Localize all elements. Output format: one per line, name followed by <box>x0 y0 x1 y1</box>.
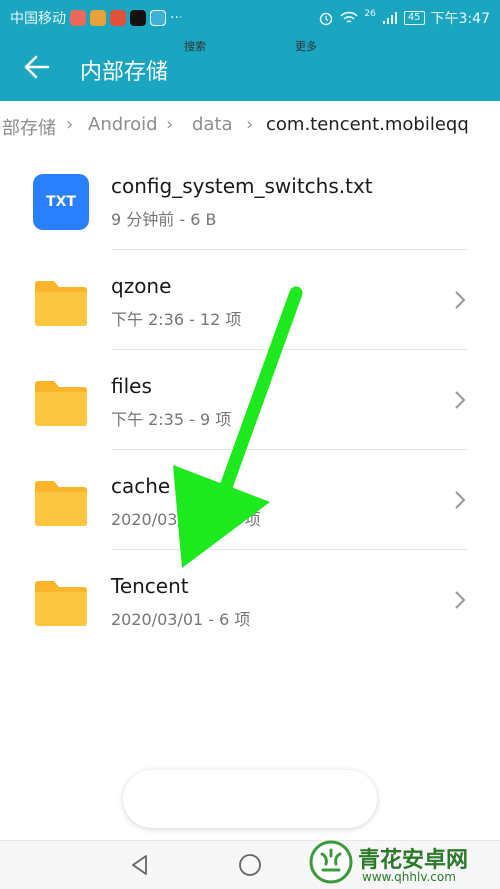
breadcrumb-item-data[interactable]: data <box>192 114 233 135</box>
signal-icon <box>382 12 397 24</box>
folder-icon <box>35 381 87 426</box>
file-meta: 2020/03/01 - 10 项 <box>111 510 261 529</box>
watermark-logo-icon <box>309 840 353 884</box>
list-item[interactable]: cache 2020/03/01 - 10 项 <box>0 450 500 550</box>
chevron-right-icon <box>455 291 466 309</box>
chevron-right-icon <box>455 591 466 609</box>
list-item[interactable]: qzone 下午 2:36 - 12 项 <box>0 250 500 350</box>
chevron-right-icon: › <box>166 114 174 135</box>
status-bar: 中国移动 ··· 26 45 下午3:47 <box>0 0 500 34</box>
wifi-icon <box>340 11 358 23</box>
file-name: files <box>111 374 152 398</box>
folder-icon <box>35 481 87 526</box>
taobao-app-icon <box>90 10 106 26</box>
more-vertical-icon <box>303 9 309 33</box>
folder-icon <box>35 281 87 326</box>
map-app-icon <box>70 10 86 26</box>
file-name: config_system_switchs.txt <box>111 174 373 198</box>
watermark: 青花安卓网 www.qhhlv.com <box>302 836 492 888</box>
weibo-app-icon <box>110 10 126 26</box>
battery-indicator: 45 <box>403 11 425 25</box>
tiktok-app-icon <box>130 10 146 26</box>
folder-icon <box>35 581 87 626</box>
breadcrumb-current: com.tencent.mobileqq <box>266 114 469 135</box>
network-type-label: 26 <box>364 9 376 19</box>
chevron-right-icon <box>455 491 466 509</box>
nav-home-icon[interactable] <box>238 853 262 877</box>
carrier-label: 中国移动 <box>10 11 66 27</box>
more-button[interactable]: 更多 <box>276 6 336 54</box>
file-meta: 下午 2:35 - 9 项 <box>111 410 232 429</box>
file-meta: 2020/03/01 - 6 项 <box>111 610 251 629</box>
more-label: 更多 <box>295 40 317 53</box>
list-item[interactable]: files 下午 2:35 - 9 项 <box>0 350 500 450</box>
breadcrumb-item-android[interactable]: Android <box>88 114 158 135</box>
back-arrow-icon[interactable] <box>22 52 52 82</box>
file-name: cache <box>111 474 171 498</box>
nav-back-icon[interactable] <box>128 853 152 877</box>
search-label: 搜索 <box>184 40 206 53</box>
breadcrumb: 部存储 › Android › data › com.tencent.mobil… <box>0 111 500 141</box>
page-title: 内部存储 <box>80 60 169 85</box>
breadcrumb-item-storage[interactable]: 部存储 <box>2 114 56 140</box>
file-meta: 9 分钟前 - 6 B <box>111 210 217 229</box>
app-header: 中国移动 ··· 26 45 下午3:47 内部存储 <box>0 0 500 101</box>
chevron-right-icon <box>455 391 466 409</box>
clock: 下午3:47 <box>430 11 490 27</box>
file-meta: 下午 2:36 - 12 项 <box>111 310 242 329</box>
list-item[interactable]: Tencent 2020/03/01 - 6 项 <box>0 550 500 650</box>
list-item[interactable]: TXT config_system_switchs.txt 9 分钟前 - 6 … <box>0 150 500 250</box>
bottom-toolbar <box>123 770 377 828</box>
search-button[interactable]: 搜索 <box>165 6 225 54</box>
chevron-right-icon: › <box>66 114 74 135</box>
search-icon <box>180 7 209 36</box>
browser-app-icon <box>150 10 166 26</box>
file-name: qzone <box>111 274 172 298</box>
file-name: Tencent <box>111 574 189 598</box>
watermark-url: www.qhhlv.com <box>362 870 456 884</box>
chevron-right-icon: › <box>246 114 254 135</box>
txt-file-icon: TXT <box>33 174 89 230</box>
